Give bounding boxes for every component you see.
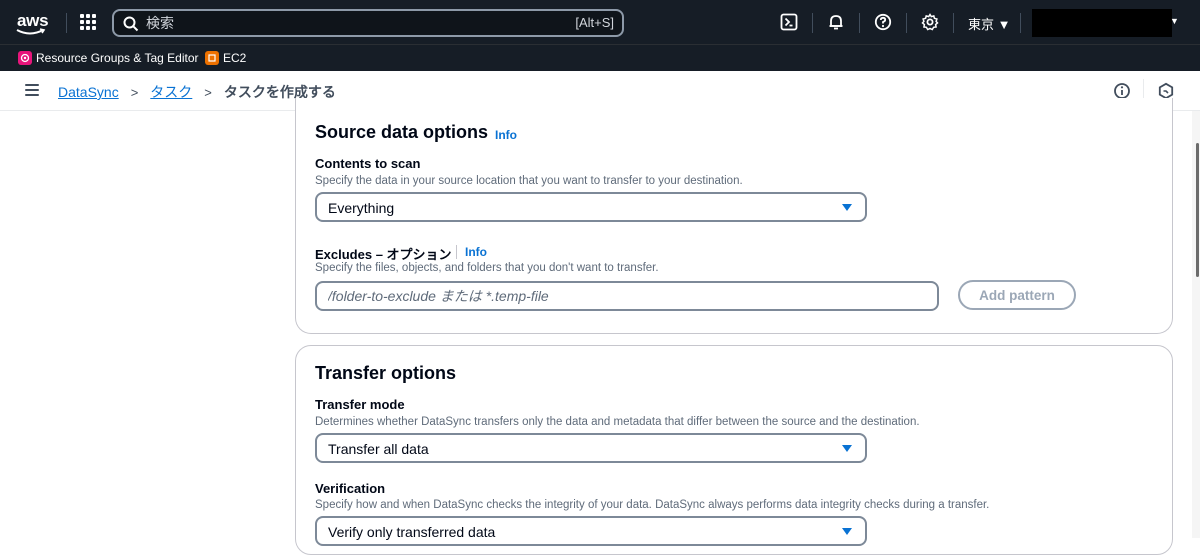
- info-link[interactable]: Info: [465, 245, 487, 259]
- notifications-button[interactable]: [824, 10, 848, 34]
- chevron-right-icon: >: [130, 84, 139, 100]
- bell-icon: [829, 15, 843, 30]
- excludes-description: Specify the files, objects, and folders …: [315, 262, 659, 274]
- transfer-mode-description: Determines whether DataSync transfers on…: [315, 416, 920, 428]
- resource-groups-icon: [18, 51, 32, 65]
- aws-logo[interactable]: aws: [14, 9, 54, 37]
- gear-icon: [921, 13, 939, 31]
- label-divider: [456, 245, 457, 259]
- add-pattern-button[interactable]: Add pattern: [958, 280, 1076, 310]
- contents-to-scan-select[interactable]: Everything: [315, 192, 867, 222]
- favorite-label: EC2: [223, 51, 247, 65]
- transfer-mode-label: Transfer mode: [315, 397, 405, 412]
- verification-select[interactable]: Verify only transferred data: [315, 516, 867, 546]
- account-menu[interactable]: [1032, 9, 1172, 37]
- section-title: Source data options: [315, 122, 489, 142]
- section-title: Transfer options: [315, 363, 457, 383]
- caret-down-icon: [842, 528, 852, 535]
- select-value: Transfer all data: [328, 441, 429, 457]
- contents-to-scan-description: Specify the data in your source location…: [315, 175, 743, 187]
- favorite-resource-groups[interactable]: Resource Groups & Tag Editor: [18, 51, 199, 65]
- select-value: Everything: [328, 200, 395, 216]
- top-navigation: aws [Alt+S]: [0, 0, 1200, 44]
- scrollbar-thumb[interactable]: [1196, 143, 1199, 277]
- favorites-bar: Resource Groups & Tag Editor EC2: [0, 44, 1200, 71]
- breadcrumb-tasks[interactable]: タスク: [150, 82, 192, 102]
- chevron-right-icon: >: [204, 84, 212, 100]
- aws-smile-icon: [16, 28, 46, 35]
- caret-down-icon[interactable]: ▼: [1170, 16, 1179, 26]
- source-data-options-panel: Source data options Info Contents to sca…: [295, 98, 1173, 334]
- caret-down-icon: [842, 445, 852, 452]
- nav-divider: [66, 13, 67, 33]
- nav-divider: [859, 13, 860, 33]
- region-selector[interactable]: 東京 ▼: [968, 14, 1010, 33]
- favorite-label: Resource Groups & Tag Editor: [36, 51, 199, 65]
- nav-divider: [906, 13, 907, 33]
- info-link[interactable]: Info: [495, 128, 517, 142]
- menu-icon[interactable]: [25, 84, 39, 96]
- nav-divider: [1020, 13, 1021, 33]
- settings-button[interactable]: [918, 10, 942, 34]
- search-input[interactable]: [146, 13, 546, 33]
- favorite-ec2[interactable]: EC2: [205, 51, 246, 65]
- search-shortcut: [Alt+S]: [575, 15, 614, 30]
- verification-description: Specify how and when DataSync checks the…: [315, 499, 990, 511]
- services-menu-icon[interactable]: [80, 14, 96, 30]
- ec2-icon: [205, 51, 219, 65]
- excludes-pattern-input[interactable]: [315, 281, 939, 311]
- contents-to-scan-label: Contents to scan: [315, 156, 421, 171]
- cloudshell-button[interactable]: [777, 10, 801, 34]
- nav-divider: [953, 13, 954, 33]
- transfer-mode-select[interactable]: Transfer all data: [315, 433, 867, 463]
- nav-divider: [812, 13, 813, 33]
- transfer-options-panel: Transfer options Transfer mode Determine…: [295, 345, 1173, 555]
- verification-label: Verification: [315, 481, 386, 496]
- help-button[interactable]: [871, 10, 895, 34]
- search-box[interactable]: [Alt+S]: [112, 9, 624, 37]
- help-icon: [874, 13, 892, 31]
- excludes-label: Excludes – オプション: [315, 247, 452, 262]
- search-icon: [123, 16, 139, 32]
- caret-down-icon: [842, 204, 852, 211]
- cloudshell-icon: [780, 13, 798, 31]
- breadcrumb-datasync[interactable]: DataSync: [58, 84, 119, 100]
